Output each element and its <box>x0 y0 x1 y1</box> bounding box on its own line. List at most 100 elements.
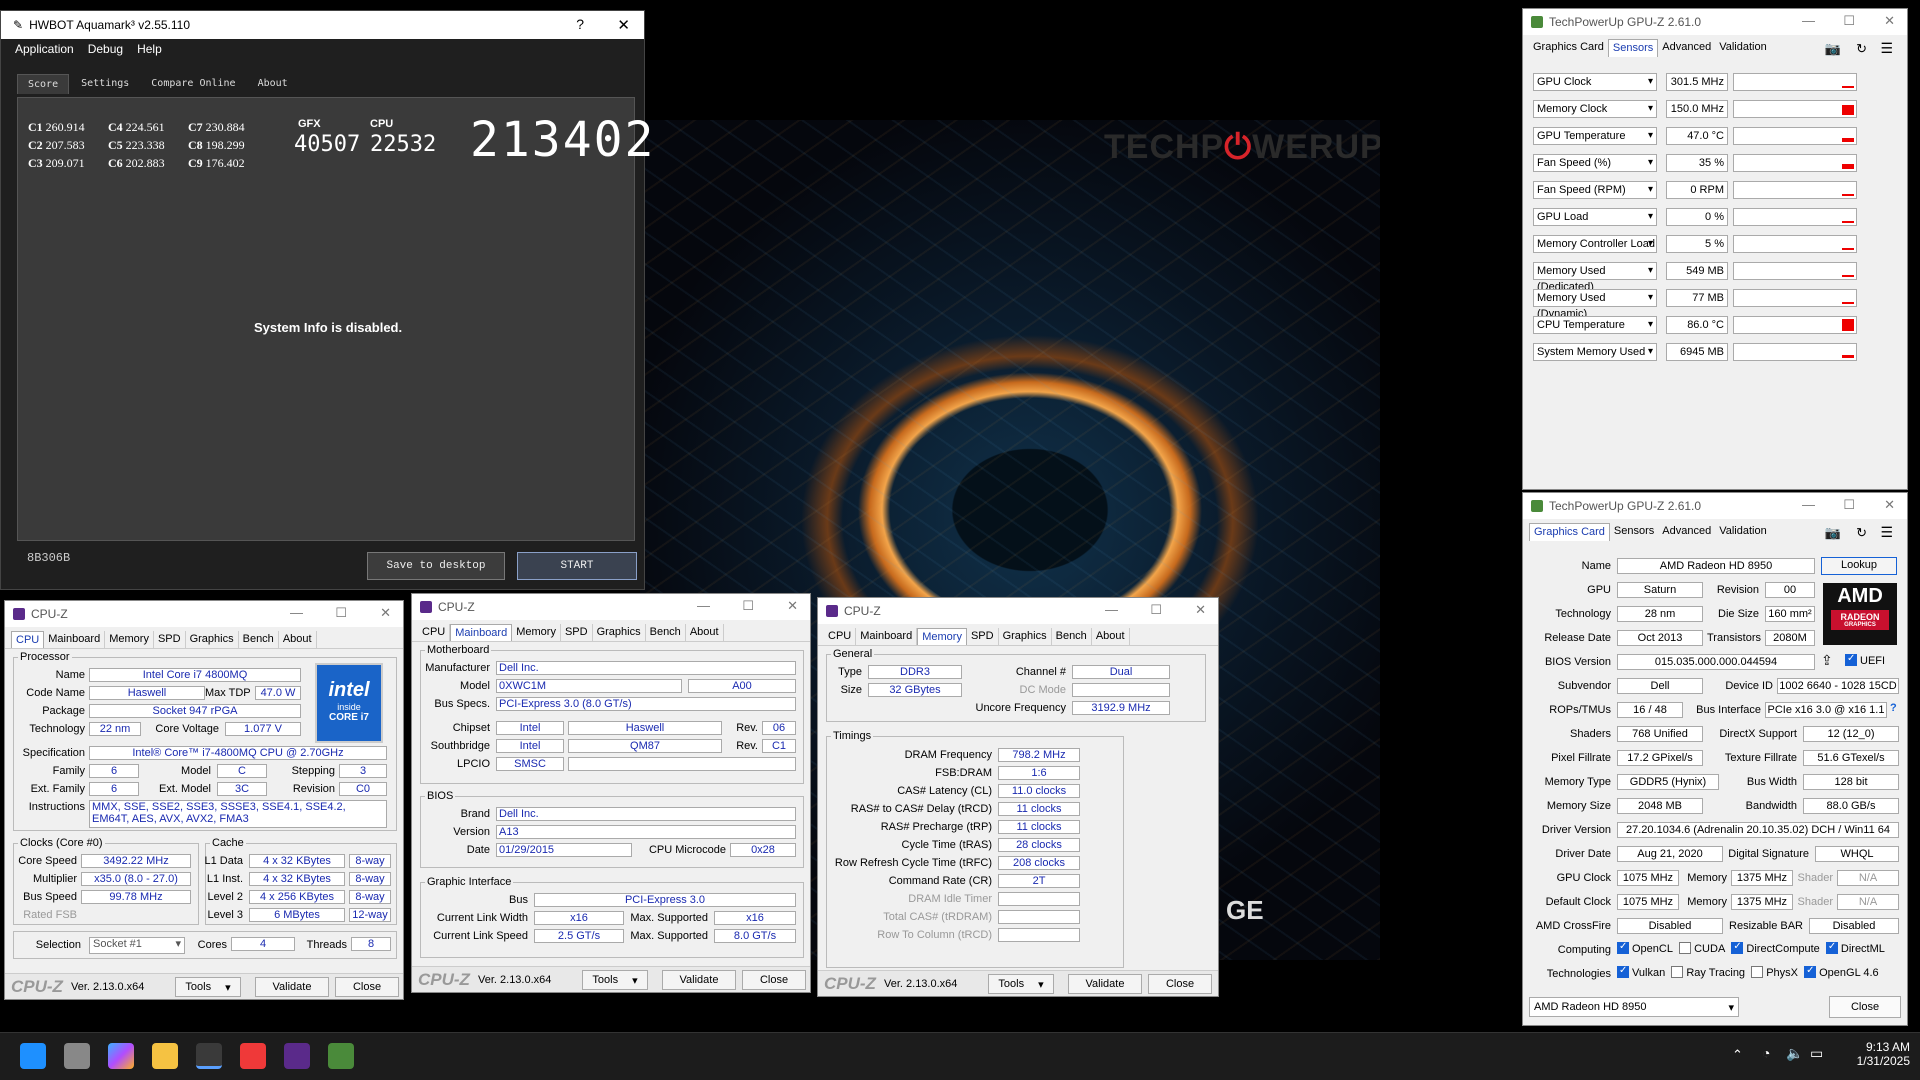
cpuz-taskbar-icon[interactable] <box>284 1043 310 1069</box>
task-view-icon[interactable] <box>64 1043 90 1069</box>
gpuz-taskbar-icon[interactable] <box>328 1043 354 1069</box>
sensor-name-select[interactable]: System Memory Used <box>1533 343 1657 361</box>
ray-tracing-checkbox[interactable]: Ray Tracing <box>1671 966 1745 979</box>
minimize-button[interactable]: — <box>1802 497 1815 512</box>
minimize-button[interactable]: — <box>697 598 710 613</box>
tab-graphics-card[interactable]: Graphics Card <box>1529 523 1610 541</box>
tab-compare-online[interactable]: Compare Online <box>141 74 245 94</box>
tab-graphics[interactable]: Graphics <box>186 631 239 648</box>
wifi-icon[interactable]: ◔ <box>1762 1045 1770 1061</box>
sensor-name-select[interactable]: Fan Speed (%) <box>1533 154 1657 172</box>
tab-validation[interactable]: Validation <box>1715 523 1771 541</box>
tools-button[interactable]: Tools ▾ <box>582 970 648 990</box>
tab-sensors[interactable]: Sensors <box>1607 39 1659 57</box>
close-button[interactable]: ✕ <box>617 16 630 34</box>
camera-icon[interactable]: 📷 <box>1825 41 1841 57</box>
tab-graphics[interactable]: Graphics <box>593 624 646 641</box>
sensor-name-select[interactable]: GPU Clock <box>1533 73 1657 91</box>
menu-icon[interactable]: ☰ <box>1880 40 1893 57</box>
tab-mainboard[interactable]: Mainboard <box>856 628 918 645</box>
help-icon[interactable]: ? <box>1890 702 1897 714</box>
opengl-checkbox[interactable]: OpenGL 4.6 <box>1804 965 1879 979</box>
battery-icon[interactable]: ▭ <box>1810 1045 1823 1062</box>
maximize-button[interactable]: ☐ <box>1843 13 1855 29</box>
tab-mainboard[interactable]: Mainboard <box>44 631 106 648</box>
validate-button[interactable]: Validate <box>255 977 329 997</box>
close-button[interactable]: ✕ <box>1195 602 1206 618</box>
tab-graphics[interactable]: Graphics <box>999 628 1052 645</box>
vivaldi-icon[interactable] <box>240 1043 266 1069</box>
tab-bench[interactable]: Bench <box>239 631 279 648</box>
refresh-icon[interactable]: ↻ <box>1856 525 1867 541</box>
maximize-button[interactable]: ☐ <box>335 605 347 621</box>
tab-about[interactable]: About <box>248 74 298 94</box>
physx-checkbox[interactable]: PhysX <box>1751 966 1798 979</box>
tab-memory[interactable]: Memory <box>917 628 967 645</box>
validate-button[interactable]: Validate <box>662 970 736 990</box>
tab-spd[interactable]: SPD <box>154 631 186 648</box>
cuda-checkbox[interactable]: CUDA <box>1679 942 1725 955</box>
validate-button[interactable]: Validate <box>1068 974 1142 994</box>
card-select[interactable]: AMD Radeon HD 8950 ▾ <box>1529 997 1739 1017</box>
menu-debug[interactable]: Debug <box>88 42 123 56</box>
tab-mainboard[interactable]: Mainboard <box>450 624 513 641</box>
minimize-button[interactable]: — <box>1802 13 1815 28</box>
start-button[interactable]: START <box>517 552 637 580</box>
directcompute-checkbox[interactable]: DirectCompute <box>1731 941 1820 955</box>
close-button[interactable]: Close <box>335 977 399 997</box>
minimize-button[interactable]: — <box>290 605 303 620</box>
close-button[interactable]: Close <box>1829 996 1901 1018</box>
tab-cpu[interactable]: CPU <box>824 628 857 645</box>
opencl-checkbox[interactable]: OpenCL <box>1617 941 1673 955</box>
tab-cpu[interactable]: CPU <box>11 631 45 648</box>
sensor-name-select[interactable]: Fan Speed (RPM) <box>1533 181 1657 199</box>
chevron-up-icon[interactable]: ⌃ <box>1732 1047 1743 1063</box>
tools-button[interactable]: Tools ▾ <box>988 974 1054 994</box>
sensor-name-select[interactable]: Memory Controller Load <box>1533 235 1657 253</box>
close-button[interactable]: Close <box>1148 974 1212 994</box>
socket-select[interactable]: Socket #1 ▾ <box>89 937 185 954</box>
close-button[interactable]: ✕ <box>787 598 798 614</box>
maximize-button[interactable]: ☐ <box>1843 497 1855 513</box>
sensor-name-select[interactable]: Memory Clock <box>1533 100 1657 118</box>
aquamark-taskbar-icon[interactable] <box>196 1043 222 1069</box>
tab-spd[interactable]: SPD <box>967 628 999 645</box>
tab-settings[interactable]: Settings <box>71 74 139 94</box>
close-button[interactable]: ✕ <box>1884 497 1895 513</box>
camera-icon[interactable]: 📷 <box>1825 525 1841 541</box>
help-button[interactable]: ? <box>576 16 584 32</box>
volume-icon[interactable]: 🔈 <box>1786 1045 1803 1062</box>
tab-bench[interactable]: Bench <box>646 624 686 641</box>
tab-cpu[interactable]: CPU <box>418 624 451 641</box>
save-to-desktop-button[interactable]: Save to desktop <box>367 552 505 580</box>
tab-bench[interactable]: Bench <box>1052 628 1092 645</box>
tab-graphics-card[interactable]: Graphics Card <box>1529 39 1608 57</box>
directml-checkbox[interactable]: DirectML <box>1825 941 1885 955</box>
tab-sensors[interactable]: Sensors <box>1610 523 1658 541</box>
maximize-button[interactable]: ☐ <box>742 598 754 614</box>
tools-button[interactable]: Tools ▾ <box>175 977 241 997</box>
file-explorer-icon[interactable] <box>152 1043 178 1069</box>
menu-application[interactable]: Application <box>15 42 74 56</box>
tab-validation[interactable]: Validation <box>1715 39 1771 57</box>
sensor-name-select[interactable]: CPU Temperature <box>1533 316 1657 334</box>
tab-about[interactable]: About <box>1092 628 1130 645</box>
tab-about[interactable]: About <box>279 631 317 648</box>
tab-memory[interactable]: Memory <box>105 631 154 648</box>
sensor-name-select[interactable]: GPU Temperature <box>1533 127 1657 145</box>
minimize-button[interactable]: — <box>1105 602 1118 617</box>
menu-icon[interactable]: ☰ <box>1880 524 1893 541</box>
refresh-icon[interactable]: ↻ <box>1856 41 1867 57</box>
sensor-name-select[interactable]: Memory Used (Dedicated) <box>1533 262 1657 293</box>
copilot-icon[interactable] <box>108 1043 134 1069</box>
tab-memory[interactable]: Memory <box>512 624 561 641</box>
tab-spd[interactable]: SPD <box>561 624 593 641</box>
menu-help[interactable]: Help <box>137 42 162 56</box>
tab-advanced[interactable]: Advanced <box>1658 39 1715 57</box>
vulkan-checkbox[interactable]: Vulkan <box>1617 965 1665 979</box>
lookup-button[interactable]: Lookup <box>1821 557 1897 575</box>
tab-about[interactable]: About <box>686 624 724 641</box>
maximize-button[interactable]: ☐ <box>1150 602 1162 618</box>
sensor-name-select[interactable]: Memory Used (Dynamic) <box>1533 289 1657 320</box>
tab-score[interactable]: Score <box>17 74 70 94</box>
